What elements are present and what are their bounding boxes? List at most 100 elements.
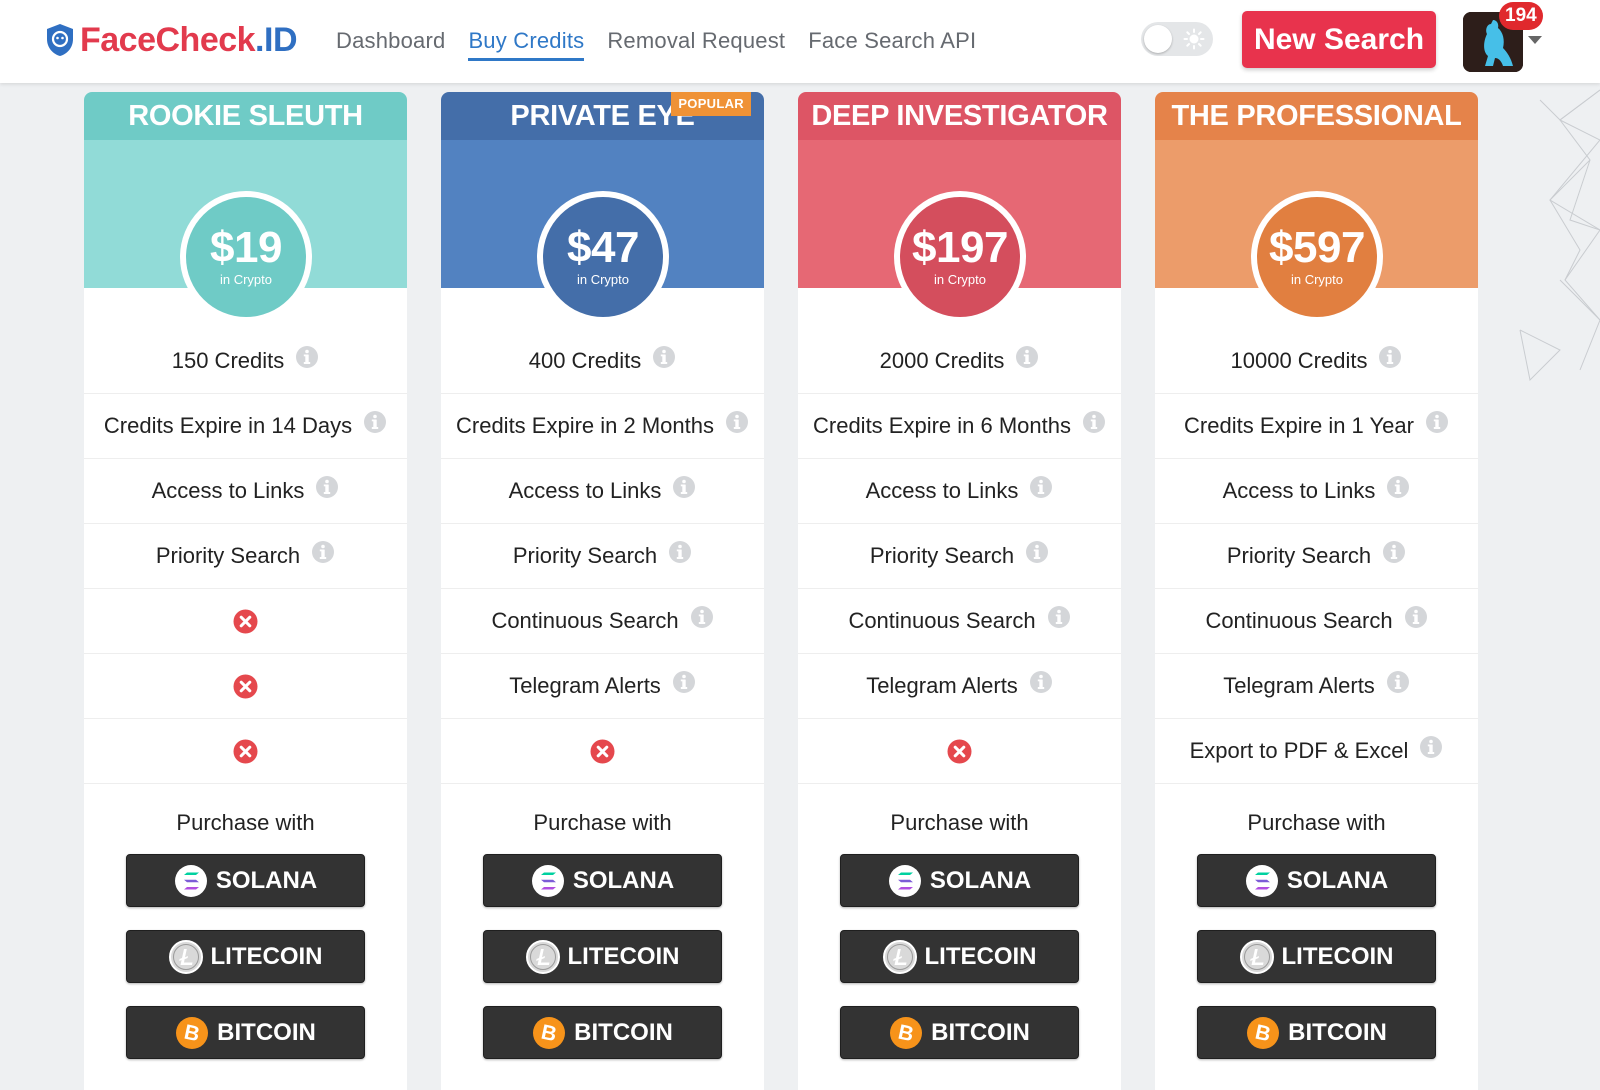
nav-removal-request[interactable]: Removal Request	[607, 26, 785, 61]
info-circle-icon[interactable]	[1386, 670, 1410, 694]
nav-face-search-api[interactable]: Face Search API	[808, 26, 976, 61]
plan-price-subtitle: in Crypto	[933, 272, 987, 287]
top-header: FaceCheck.ID Dashboard Buy Credits Remov…	[0, 0, 1600, 83]
info-circle-icon[interactable]	[1029, 475, 1053, 499]
feature-label: Credits Expire in 1 Year	[1184, 413, 1414, 438]
info-circle-icon[interactable]	[295, 345, 319, 369]
price-ring: $197 in Crypto	[894, 191, 1026, 323]
feature-row: 10000 Credits	[1155, 329, 1478, 394]
purchase-with-label: Purchase with	[890, 810, 1029, 835]
info-circle-icon[interactable]	[1382, 540, 1406, 564]
info-circle-icon[interactable]	[672, 475, 696, 499]
x-circle-icon	[233, 609, 258, 633]
info-circle-icon[interactable]	[311, 540, 335, 564]
plan-features: 150 Credits Credits Expire in 14 Days Acce…	[84, 329, 407, 784]
feature-label: Credits Expire in 2 Months	[456, 413, 714, 438]
notification-badge[interactable]: 194	[1499, 2, 1543, 30]
feature-label: 400 Credits	[528, 348, 642, 373]
solana-pay-button[interactable]: SOLANA	[483, 854, 722, 907]
feature-row-unavailable	[84, 589, 407, 654]
info-circle-icon[interactable]	[1404, 605, 1428, 629]
payment-buttons: SOLANA LITECOIN B BITCOIN	[1155, 854, 1478, 1059]
info-circle-icon[interactable]	[1419, 735, 1443, 759]
solana-pay-button[interactable]: SOLANA	[840, 854, 1079, 907]
purchase-with-label: Purchase with	[176, 810, 315, 835]
feature-row: Credits Expire in 2 Months	[441, 394, 764, 459]
info-circle-icon[interactable]	[1378, 345, 1402, 369]
bitcoin-pay-button[interactable]: B BITCOIN	[840, 1006, 1079, 1059]
feature-row: Continuous Search	[798, 589, 1121, 654]
litecoin-pay-button[interactable]: LITECOIN	[1197, 930, 1436, 983]
litecoin-pay-button[interactable]: LITECOIN	[840, 930, 1079, 983]
info-circle-icon[interactable]	[652, 345, 676, 369]
feature-label: Continuous Search	[1205, 608, 1393, 633]
info-circle-icon[interactable]	[1386, 475, 1410, 499]
plan-price: $19	[210, 223, 282, 272]
info-circle-icon[interactable]	[672, 670, 696, 694]
nav-buy-credits[interactable]: Buy Credits	[468, 26, 585, 61]
feature-label: Continuous Search	[491, 608, 679, 633]
plan-card-deep-investigator: DEEP INVESTIGATOR $197 in Crypto 2000 Cr…	[798, 92, 1121, 1090]
litecoin-pay-button[interactable]: LITECOIN	[483, 930, 722, 983]
feature-row: Telegram Alerts	[1155, 654, 1478, 719]
bitcoin-pay-button[interactable]: B BITCOIN	[126, 1006, 365, 1059]
plan-card-private-eye: PRIVATE EYE POPULAR $47 in Crypto 400 Cr…	[441, 92, 764, 1090]
info-circle-icon[interactable]	[690, 605, 714, 629]
info-circle-icon[interactable]	[1425, 410, 1449, 434]
feature-row: Credits Expire in 14 Days	[84, 394, 407, 459]
feature-row: Telegram Alerts	[441, 654, 764, 719]
feature-label: Priority Search	[869, 543, 1015, 568]
bitcoin-pay-button[interactable]: B BITCOIN	[483, 1006, 722, 1059]
info-circle-icon[interactable]	[1047, 605, 1071, 629]
plan-card-header: ROOKIE SLEUTH $19 in Crypto	[84, 92, 407, 323]
info-circle-icon[interactable]	[1015, 345, 1039, 369]
main-nav: Dashboard Buy Credits Removal Request Fa…	[336, 26, 976, 61]
plan-features: 2000 Credits Credits Expire in 6 Months Ac…	[798, 329, 1121, 784]
litecoin-pay-button[interactable]: LITECOIN	[126, 930, 365, 983]
facecheck-logo[interactable]: FaceCheck.ID	[46, 18, 297, 62]
new-search-button[interactable]: New Search	[1242, 11, 1436, 68]
solana-pay-button[interactable]: SOLANA	[126, 854, 365, 907]
feature-label: Priority Search	[1226, 543, 1372, 568]
pay-button-label: SOLANA	[572, 866, 675, 894]
feature-row: Continuous Search	[441, 589, 764, 654]
info-circle-icon[interactable]	[668, 540, 692, 564]
toggle-knob	[1144, 25, 1172, 53]
user-menu-caret-icon[interactable]	[1528, 36, 1542, 44]
x-circle-icon	[233, 674, 258, 698]
plan-price: $597	[1269, 223, 1365, 272]
litecoin-icon	[882, 939, 917, 974]
bitcoin-pay-button[interactable]: B BITCOIN	[1197, 1006, 1436, 1059]
feature-label: Continuous Search	[848, 608, 1036, 633]
feature-row: Priority Search	[84, 524, 407, 589]
solana-pay-button[interactable]: SOLANA	[1197, 854, 1436, 907]
nav-dashboard[interactable]: Dashboard	[336, 26, 445, 61]
pay-button-label: LITECOIN	[567, 942, 680, 970]
info-circle-icon[interactable]	[725, 410, 749, 434]
info-circle-icon[interactable]	[1082, 410, 1106, 434]
litecoin-icon	[1239, 939, 1274, 974]
plan-card-header: THE PROFESSIONAL $597 in Crypto	[1155, 92, 1478, 323]
feature-row: Access to Links	[84, 459, 407, 524]
plan-card-header: PRIVATE EYE POPULAR $47 in Crypto	[441, 92, 764, 323]
solana-icon	[174, 864, 207, 897]
info-circle-icon[interactable]	[1029, 670, 1053, 694]
feature-row-unavailable	[84, 654, 407, 719]
feature-label: Telegram Alerts	[509, 673, 661, 698]
bitcoin-icon: B	[890, 1016, 923, 1049]
pay-button-label: BITCOIN	[1288, 1018, 1387, 1046]
solana-icon	[1245, 864, 1278, 897]
x-circle-icon	[233, 739, 258, 763]
info-circle-icon[interactable]	[1025, 540, 1049, 564]
feature-row: 150 Credits	[84, 329, 407, 394]
feature-row: Access to Links	[798, 459, 1121, 524]
info-circle-icon[interactable]	[315, 475, 339, 499]
pay-button-label: LITECOIN	[924, 942, 1037, 970]
price-ring: $597 in Crypto	[1251, 191, 1383, 323]
plan-price: $47	[567, 223, 639, 272]
theme-toggle[interactable]	[1141, 22, 1213, 56]
plan-price-subtitle: in Crypto	[1290, 272, 1344, 287]
feature-label: Access to Links	[1222, 478, 1376, 503]
info-circle-icon[interactable]	[363, 410, 387, 434]
payment-buttons: SOLANA LITECOIN B BITCOIN	[84, 854, 407, 1059]
